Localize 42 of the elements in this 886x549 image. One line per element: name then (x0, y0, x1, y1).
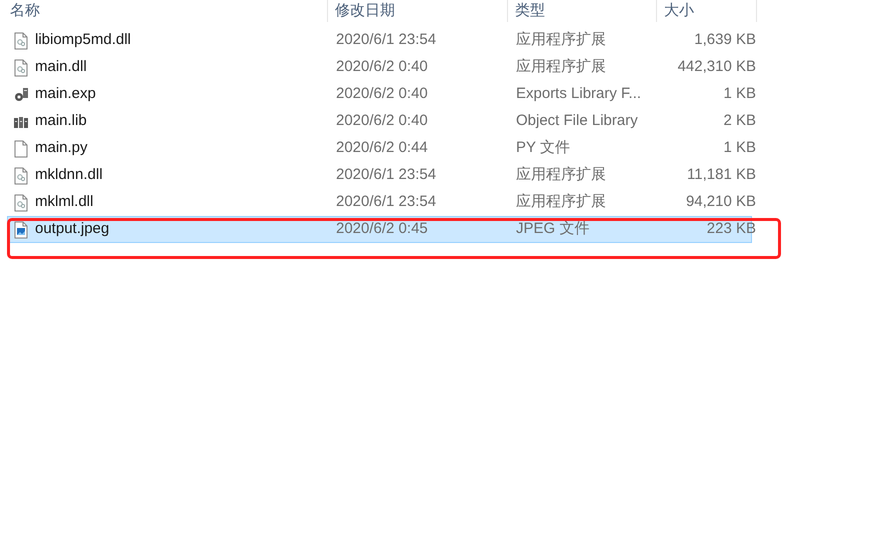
file-type: 应用程序扩展 (516, 31, 606, 48)
file-name: mkldnn.dll (35, 165, 103, 186)
file-type: Object File Library (516, 112, 638, 130)
gears-icon (13, 86, 29, 104)
gear-file-icon (13, 194, 29, 212)
modified-date: 2020/6/2 0:45 (336, 220, 428, 238)
file-name: main.py (35, 138, 88, 158)
modified-date: 2020/6/2 0:44 (336, 139, 428, 156)
modified-date: 2020/6/2 0:40 (336, 112, 428, 130)
file-size: 442,310 KB (678, 58, 756, 76)
modified-date: 2020/6/1 23:54 (336, 193, 436, 210)
file-name: main.dll (35, 57, 87, 78)
file-type: 应用程序扩展 (516, 166, 606, 184)
file-icon (13, 140, 29, 158)
column-header[interactable]: 名称 (0, 0, 328, 22)
column-header[interactable]: 修改日期 (328, 0, 508, 22)
file-name: mklml.dll (35, 192, 94, 212)
file-name: main.exp (35, 84, 96, 104)
file-type: PY 文件 (516, 139, 570, 156)
image-file-icon (13, 220, 29, 238)
file-type: JPEG 文件 (516, 220, 590, 238)
gear-file-icon (13, 58, 29, 76)
gear-file-icon (13, 166, 29, 184)
file-type: Exports Library F... (516, 85, 642, 102)
column-header[interactable]: 类型 (508, 0, 657, 22)
column-header[interactable]: 大小 (657, 0, 757, 22)
modified-date: 2020/6/1 23:54 (336, 166, 436, 184)
file-name: main.lib (35, 111, 87, 132)
modified-date: 2020/6/1 23:54 (336, 31, 436, 48)
file-size: 94,210 KB (686, 193, 756, 210)
file-name: output.jpeg (35, 219, 110, 240)
file-size: 2 KB (723, 112, 756, 130)
file-size: 11,181 KB (687, 166, 756, 184)
gear-file-icon (13, 32, 29, 50)
file-name: libiomp5md.dll (35, 30, 131, 50)
file-type: 应用程序扩展 (516, 58, 606, 76)
modified-date: 2020/6/2 0:40 (336, 58, 428, 76)
file-size: 1 KB (723, 85, 756, 102)
file-size: 1,639 KB (694, 31, 756, 48)
file-type: 应用程序扩展 (516, 193, 606, 210)
file-size: 1 KB (723, 139, 756, 156)
modified-date: 2020/6/2 0:40 (336, 85, 428, 102)
